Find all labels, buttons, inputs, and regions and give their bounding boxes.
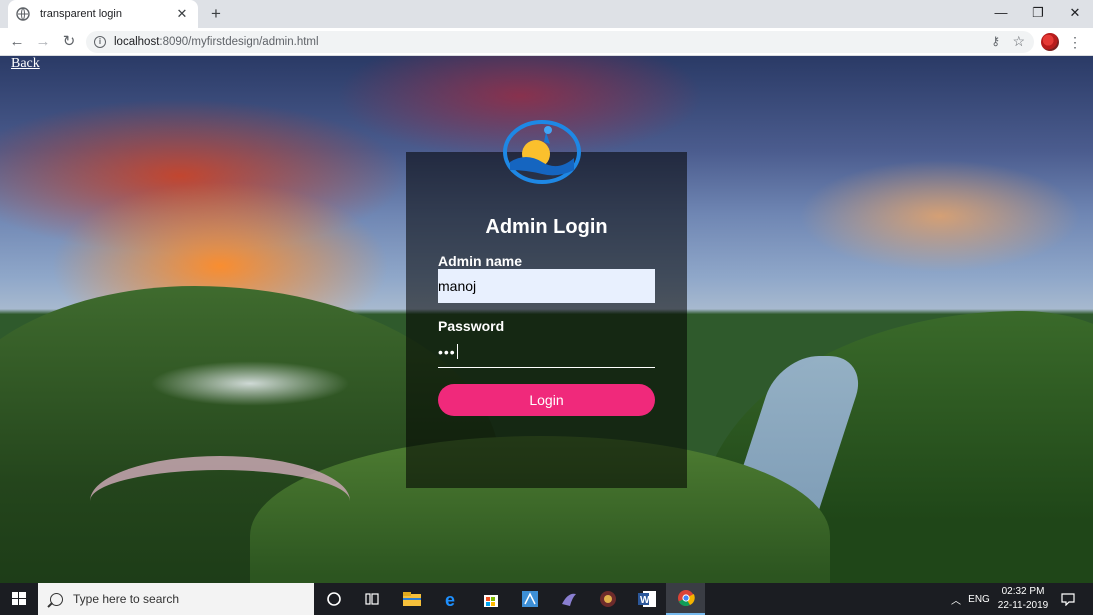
close-window-button[interactable]: ✕ — [1057, 0, 1093, 28]
admin-name-input[interactable]: manoj — [438, 269, 655, 303]
taskbar-clock[interactable]: 02:32 PM 22-11-2019 — [993, 585, 1053, 613]
login-button[interactable]: Login — [438, 384, 655, 416]
key-icon[interactable]: ⚷ — [991, 34, 1000, 48]
minimize-button[interactable]: — — [983, 0, 1019, 28]
app-icon-dolphin[interactable] — [549, 583, 588, 615]
globe-icon — [16, 7, 30, 21]
cortana-icon[interactable] — [314, 583, 353, 615]
new-tab-button[interactable]: + — [205, 4, 227, 24]
chrome-icon[interactable] — [666, 583, 705, 615]
info-icon[interactable]: i — [94, 36, 106, 48]
search-placeholder: Type here to search — [73, 592, 180, 606]
restore-button[interactable]: ❐ — [1020, 0, 1056, 28]
login-title: Admin Login — [485, 216, 608, 238]
bookmark-star-icon[interactable]: ☆ — [1012, 33, 1025, 50]
password-mask: ••• — [438, 343, 456, 360]
url-text: localhost:8090/myfirstdesign/admin.html — [114, 36, 319, 48]
logo-icon — [503, 120, 581, 184]
browser-tab[interactable]: transparent login ✕ — [8, 0, 198, 28]
back-arrow-icon[interactable]: ← — [7, 32, 27, 52]
tab-strip: transparent login ✕ + — ❐ ✕ — [0, 0, 1093, 28]
browser-toolbar: ← → ↻ i localhost:8090/myfirstdesign/adm… — [0, 28, 1093, 56]
password-label: Password — [438, 318, 505, 334]
tray-chevron-up-icon[interactable]: ︿ — [946, 583, 966, 615]
windows-start-icon[interactable] — [0, 583, 38, 615]
edge-browser-icon[interactable]: e — [432, 583, 471, 615]
store-icon[interactable] — [471, 583, 510, 615]
file-explorer-icon[interactable] — [392, 583, 431, 615]
address-bar[interactable]: i localhost:8090/myfirstdesign/admin.htm… — [86, 31, 1034, 53]
page-viewport: Back Admin Login Admin name manoj Passwo… — [0, 56, 1093, 583]
notifications-icon[interactable] — [1058, 583, 1078, 615]
clock-time: 02:32 PM — [1001, 586, 1045, 597]
search-icon — [50, 592, 63, 606]
task-view-icon[interactable] — [352, 583, 391, 615]
admin-name-label: Admin name — [438, 253, 523, 269]
background-mist — [150, 361, 350, 406]
reload-icon[interactable]: ↻ — [59, 32, 79, 52]
app-icon-game[interactable] — [588, 583, 627, 615]
back-link[interactable]: Back — [11, 56, 40, 72]
profile-avatar[interactable] — [1041, 33, 1059, 51]
clock-date: 22-11-2019 — [997, 600, 1049, 611]
background-river-bend — [90, 456, 350, 546]
tab-title: transparent login — [40, 8, 122, 20]
svg-text:W: W — [640, 595, 650, 606]
language-indicator[interactable]: ENG — [966, 583, 992, 615]
taskbar: Type here to search e W ︿ ENG 02:32 PM 2… — [0, 583, 1093, 615]
app-icon-blue[interactable] — [510, 583, 549, 615]
close-tab-icon[interactable]: ✕ — [174, 6, 190, 22]
taskbar-search-box[interactable]: Type here to search — [38, 583, 314, 615]
word-icon[interactable]: W — [627, 583, 666, 615]
password-input[interactable]: ••• — [438, 336, 655, 368]
svg-text:e: e — [445, 590, 455, 608]
text-caret — [456, 344, 458, 359]
forward-arrow-icon[interactable]: → — [33, 32, 53, 52]
menu-dots-icon[interactable]: ⋮ — [1068, 32, 1082, 52]
admin-name-value: manoj — [438, 278, 477, 294]
